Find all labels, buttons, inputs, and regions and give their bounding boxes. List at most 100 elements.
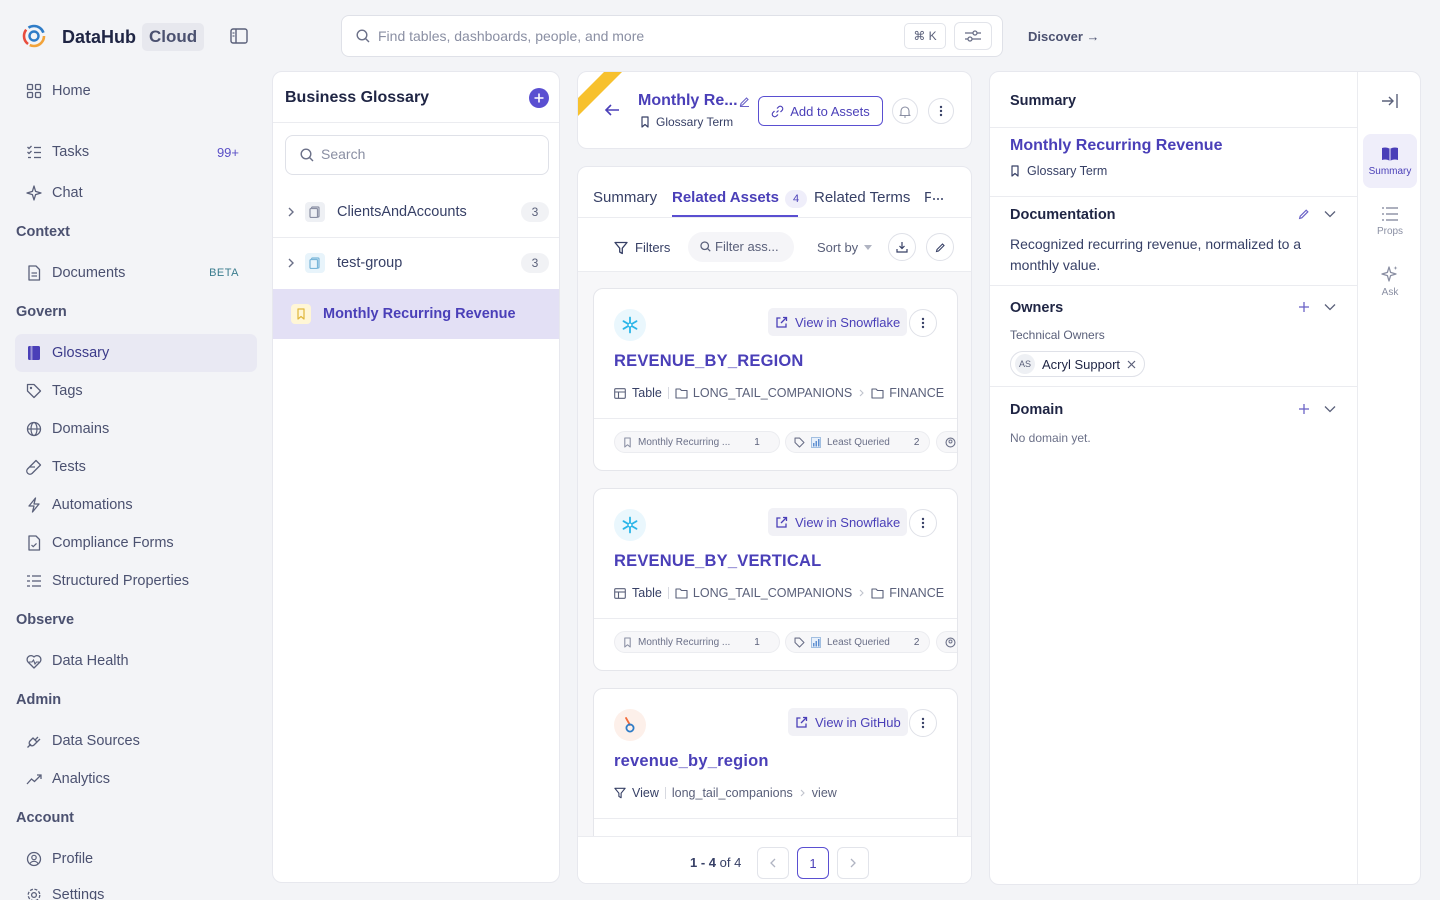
tab-overflow[interactable]: P <box>924 189 931 206</box>
chevron-down-icon[interactable] <box>1324 210 1336 218</box>
add-glossary-button[interactable] <box>529 88 549 108</box>
tab-related-assets[interactable]: Related Assets 4 <box>672 189 807 208</box>
asset-name[interactable]: REVENUE_BY_REGION <box>614 352 804 371</box>
nav-item-tasks[interactable]: Tasks 99+ <box>15 133 257 171</box>
entity-more-button[interactable] <box>928 98 954 124</box>
asset-container[interactable]: view <box>812 786 837 800</box>
chevron-right-icon <box>800 789 805 797</box>
nav-item-structured-properties[interactable]: Structured Properties <box>15 562 257 600</box>
external-link-icon <box>776 516 788 528</box>
subscribe-button[interactable] <box>892 98 918 124</box>
chevron-right-icon[interactable] <box>287 206 295 218</box>
glossary-search[interactable] <box>285 135 549 175</box>
tab-related-terms[interactable]: Related Terms <box>814 189 910 206</box>
tag-icon <box>25 382 43 400</box>
nav-item-glossary[interactable]: Glossary <box>15 334 257 372</box>
glossary-node-clients-and-accounts[interactable]: ClientsAndAccounts 3 <box>273 187 559 237</box>
view-in-platform-button[interactable]: View in Snowflake <box>768 308 908 336</box>
page-1-button[interactable]: 1 <box>797 847 829 879</box>
back-arrow-icon[interactable] <box>604 103 620 117</box>
previous-page-button[interactable] <box>757 847 789 879</box>
tag-chip[interactable]: Least Queried 2 <box>785 431 930 453</box>
asset-more-button[interactable] <box>909 709 937 737</box>
rail-summary-button[interactable]: Summary <box>1363 134 1417 188</box>
chevron-down-icon[interactable] <box>1324 303 1336 311</box>
nav-item-documents[interactable]: Documents BETA <box>15 254 257 292</box>
asset-card[interactable]: View in Snowflake REVENUE_BY_VERTICAL Ta… <box>593 488 958 671</box>
asset-container[interactable]: FINANCE <box>889 386 944 400</box>
nav-item-tags[interactable]: Tags <box>15 372 257 410</box>
nav-item-data-health[interactable]: Data Health <box>15 642 257 680</box>
edit-documentation-icon[interactable] <box>1298 208 1310 220</box>
asset-name[interactable]: REVENUE_BY_VERTICAL <box>614 552 821 571</box>
search-icon <box>700 241 711 252</box>
owner-chip[interactable] <box>936 431 957 453</box>
nav-item-home[interactable]: Home <box>15 72 257 110</box>
asset-container[interactable]: long_tail_companions <box>672 786 793 800</box>
filter-assets-search[interactable] <box>688 232 794 262</box>
add-domain-icon[interactable] <box>1298 403 1310 415</box>
global-search[interactable]: ⌘ K <box>341 15 1003 57</box>
nav-item-data-sources[interactable]: Data Sources <box>15 722 257 760</box>
owner-pill[interactable]: AS Acryl Support <box>1010 351 1146 377</box>
trend-up-icon <box>25 770 43 788</box>
glossary-term-chip[interactable]: Monthly Recurring ... 1 <box>614 431 780 453</box>
edit-pencil-icon[interactable] <box>739 96 750 107</box>
nav-item-profile[interactable]: Profile <box>15 840 257 878</box>
tabs-more-icon[interactable] <box>931 192 945 206</box>
nav-item-tests[interactable]: Tests <box>15 448 257 486</box>
remove-owner-icon[interactable] <box>1127 360 1136 369</box>
next-page-button[interactable] <box>837 847 869 879</box>
nav-item-settings[interactable]: Settings <box>15 876 257 900</box>
sort-by-dropdown[interactable]: Sort by <box>817 240 873 255</box>
divider <box>594 618 957 619</box>
asset-container[interactable]: LONG_TAIL_COMPANIONS <box>693 386 852 400</box>
add-to-assets-button[interactable]: Add to Assets <box>758 96 883 126</box>
filter-assets-input[interactable] <box>715 239 787 254</box>
filters-button[interactable]: Filters <box>614 240 670 255</box>
view-in-platform-button[interactable]: View in Snowflake <box>768 508 908 536</box>
discover-link[interactable]: Discover → <box>1028 29 1100 44</box>
divider <box>594 818 957 819</box>
owner-chip[interactable] <box>936 631 957 653</box>
glossary-node-test-group[interactable]: test-group 3 <box>273 238 559 288</box>
rail-props-button[interactable]: Props <box>1363 194 1417 248</box>
rail-ask-button[interactable]: Ask <box>1363 254 1417 308</box>
nav-item-compliance-forms[interactable]: Compliance Forms <box>15 524 257 562</box>
plus-icon <box>534 93 544 103</box>
collapse-panel-icon[interactable] <box>1381 93 1399 109</box>
datahub-logo[interactable] <box>22 24 46 48</box>
bulk-edit-button[interactable] <box>926 233 954 261</box>
nav-item-analytics[interactable]: Analytics <box>15 760 257 798</box>
nav-label: Domains <box>52 421 110 437</box>
search-filters-button[interactable] <box>954 22 992 50</box>
asset-container[interactable]: LONG_TAIL_COMPANIONS <box>693 586 852 600</box>
asset-card[interactable]: View in Snowflake REVENUE_BY_REGION Tabl… <box>593 288 958 471</box>
divider <box>1357 72 1358 884</box>
tag-chip[interactable]: Least Queried 2 <box>785 631 930 653</box>
asset-container[interactable]: FINANCE <box>889 586 944 600</box>
sidebar-toggle-icon[interactable] <box>230 28 248 44</box>
chevron-down-icon[interactable] <box>1324 405 1336 413</box>
asset-name[interactable]: revenue_by_region <box>614 752 769 771</box>
global-search-input[interactable] <box>378 26 898 46</box>
download-button[interactable] <box>888 233 916 261</box>
nav-label: Tasks <box>52 144 90 160</box>
nav-item-automations[interactable]: Automations <box>15 486 257 524</box>
nav-item-chat[interactable]: Chat <box>15 174 257 212</box>
domain-controls <box>1298 403 1336 415</box>
glossary-term-chip[interactable]: Monthly Recurring ... 1 <box>614 631 780 653</box>
glossary-node-monthly-recurring-revenue[interactable]: Monthly Recurring Revenue <box>273 289 559 339</box>
chip-count: 2 <box>913 436 920 448</box>
glossary-search-input[interactable] <box>321 146 531 162</box>
bookmark-icon <box>641 116 649 128</box>
asset-more-button[interactable] <box>909 509 937 537</box>
nav-item-domains[interactable]: Domains <box>15 410 257 448</box>
view-in-platform-button[interactable]: View in GitHub <box>788 708 908 736</box>
add-owner-icon[interactable] <box>1298 301 1310 313</box>
tab-summary[interactable]: Summary <box>593 189 657 206</box>
chevron-right-icon[interactable] <box>287 257 295 269</box>
bookmark-icon <box>1011 165 1019 177</box>
asset-more-button[interactable] <box>909 309 937 337</box>
bell-icon <box>899 105 911 118</box>
